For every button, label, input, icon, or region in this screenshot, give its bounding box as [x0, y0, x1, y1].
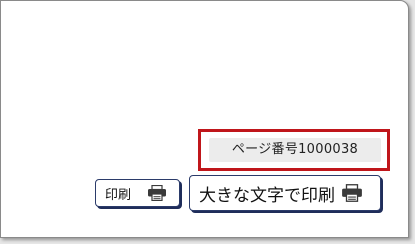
- print-button[interactable]: 印刷: [95, 179, 180, 207]
- page-id-badge: ページ番号1000038: [209, 138, 381, 162]
- printer-icon: [341, 184, 363, 202]
- content-panel: ページ番号1000038 印刷 大きな文字で印刷: [0, 0, 409, 238]
- printer-icon: [147, 184, 167, 202]
- print-button-label: 印刷: [105, 187, 132, 203]
- large-text-print-button-label: 大きな文字で印刷: [199, 185, 335, 206]
- large-text-print-button[interactable]: 大きな文字で印刷: [189, 175, 381, 211]
